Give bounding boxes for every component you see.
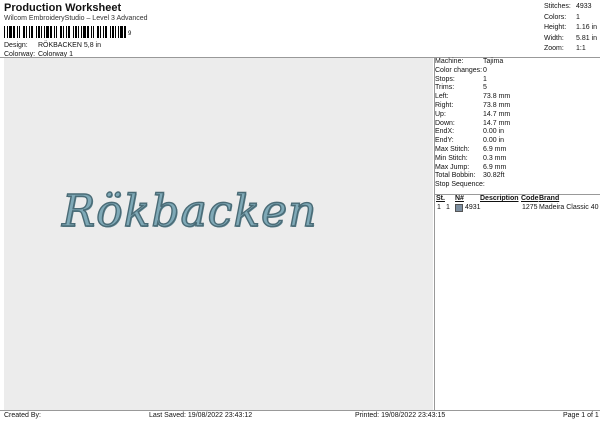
info-row: Min Stitch: 0.3 mm [435, 155, 595, 164]
barcode-digits: 9 [128, 31, 132, 37]
footer-divider [0, 410, 600, 411]
page-number: Page 1 of 1 [563, 412, 599, 419]
info-label: EndX: [435, 128, 455, 136]
info-value: 14.7 mm [483, 119, 511, 127]
info-row: Left: 73.8 mm [435, 93, 595, 102]
info-row: EndX: 0.00 in [435, 128, 595, 137]
design-label: Design: [4, 42, 28, 49]
row-code: 1275 [522, 204, 538, 211]
info-value: 73.8 mm [483, 93, 511, 101]
stat-height: Height: 1.16 in [544, 23, 598, 34]
info-row: Color changes:0 [435, 67, 595, 76]
stat-label: Zoom: [544, 45, 564, 52]
header-brand: Brand [539, 195, 560, 202]
info-value: 6.9 mm [483, 145, 507, 153]
info-label: Total Bobbin: [435, 172, 476, 180]
last-saved: Last Saved: 19/08/2022 23:43:12 [149, 412, 253, 419]
stat-zoom: Zoom: 1:1 [544, 44, 596, 55]
stat-value: 4933 [576, 3, 592, 10]
info-label: Stops: [435, 75, 455, 83]
stat-value: 5.81 in [576, 34, 598, 42]
header-step: St. [436, 195, 445, 202]
info-value: 0.00 in [483, 128, 505, 136]
created-by: Created By: [4, 412, 41, 419]
header-code: Code [521, 195, 539, 202]
stat-width: Width: 5.81 in [544, 34, 598, 45]
info-value: 73.8 mm [483, 101, 511, 109]
stat-label: Height: [544, 24, 567, 31]
info-row: Max Jump: 6.9 mm [435, 164, 595, 173]
info-label: Stop Sequence: [435, 181, 485, 189]
worksheet-title: Production Worksheet [4, 2, 122, 14]
thread-swatch [455, 204, 463, 212]
machine-info-panel: Machine: Tajima Color changes:0 Stops: 1 T… [435, 58, 595, 190]
stat-stitches: Stitches: 4933 [544, 2, 596, 13]
info-label: Color changes: [435, 66, 483, 74]
info-row: Stop Sequence: [435, 181, 595, 190]
info-label: Trims: [435, 84, 455, 92]
info-label: Min Stitch: [435, 154, 468, 162]
info-row: Stops: 1 [435, 76, 595, 85]
info-value: 6.9 mm [483, 163, 507, 171]
stat-value: 1.16 in [576, 24, 598, 31]
printed-date: Printed: 19/08/2022 23:43:15 [355, 412, 446, 419]
info-row: Right: 73.8 mm [435, 102, 595, 111]
info-value: 1 [483, 75, 487, 83]
info-value: Tajima [483, 58, 504, 65]
info-value: 14.7 mm [483, 110, 511, 118]
info-value: 30.82ft [483, 172, 505, 180]
info-label: Max Stitch: [435, 145, 470, 153]
info-label: Right: [435, 101, 454, 109]
stat-label: Colors: [544, 13, 567, 21]
stat-value: 1 [576, 13, 580, 21]
info-label: Machine: [435, 58, 464, 65]
summary-stats: Stitches: 4933 Colors: 1 Height: 1.16 in Wi… [544, 2, 598, 55]
header-description: Description [480, 195, 519, 202]
info-row: Max Stitch: 6.9 mm [435, 146, 595, 155]
embroidery-design-text: Rökbacken [61, 185, 318, 237]
info-value: 0 [483, 66, 487, 74]
info-row: Up: 14.7 mm [435, 111, 595, 120]
info-row: EndY: 0.00 in [435, 137, 595, 146]
info-label: Up: [435, 110, 446, 118]
row-step: 1 [437, 204, 441, 211]
stat-colors: Colors: 1 [544, 13, 596, 24]
header-number: N# [455, 195, 464, 202]
stat-value: 1:1 [576, 45, 586, 52]
info-value: 0.00 in [483, 137, 505, 145]
row-number: 1 [446, 204, 450, 211]
info-label: Left: [435, 93, 449, 101]
info-row: Down: 14.7 mm [435, 120, 595, 129]
design-value: RÖKBACKEN 5,8 in [37, 42, 101, 49]
stat-label: Width: [544, 34, 564, 42]
info-row: Machine: Tajima [435, 58, 595, 67]
info-label: Down: [435, 119, 455, 127]
design-row: Design: RÖKBACKEN 5,8 in [4, 42, 101, 49]
info-row: Trims: 5 [435, 84, 595, 93]
row-brand: Madeira Classic 40 [539, 204, 599, 211]
software-subtitle: Wilcom EmbroideryStudio – Level 3 Advanc… [4, 15, 148, 22]
info-value: 5 [483, 84, 487, 92]
stat-label: Stitches: [544, 3, 571, 10]
barcode [4, 26, 126, 38]
row-stitches: 4931 [465, 204, 481, 211]
info-label: Max Jump: [435, 163, 470, 171]
info-value: 0.3 mm [483, 154, 507, 162]
info-row: Total Bobbin: 30.82ft [435, 172, 595, 181]
info-label: EndY: [435, 137, 454, 145]
